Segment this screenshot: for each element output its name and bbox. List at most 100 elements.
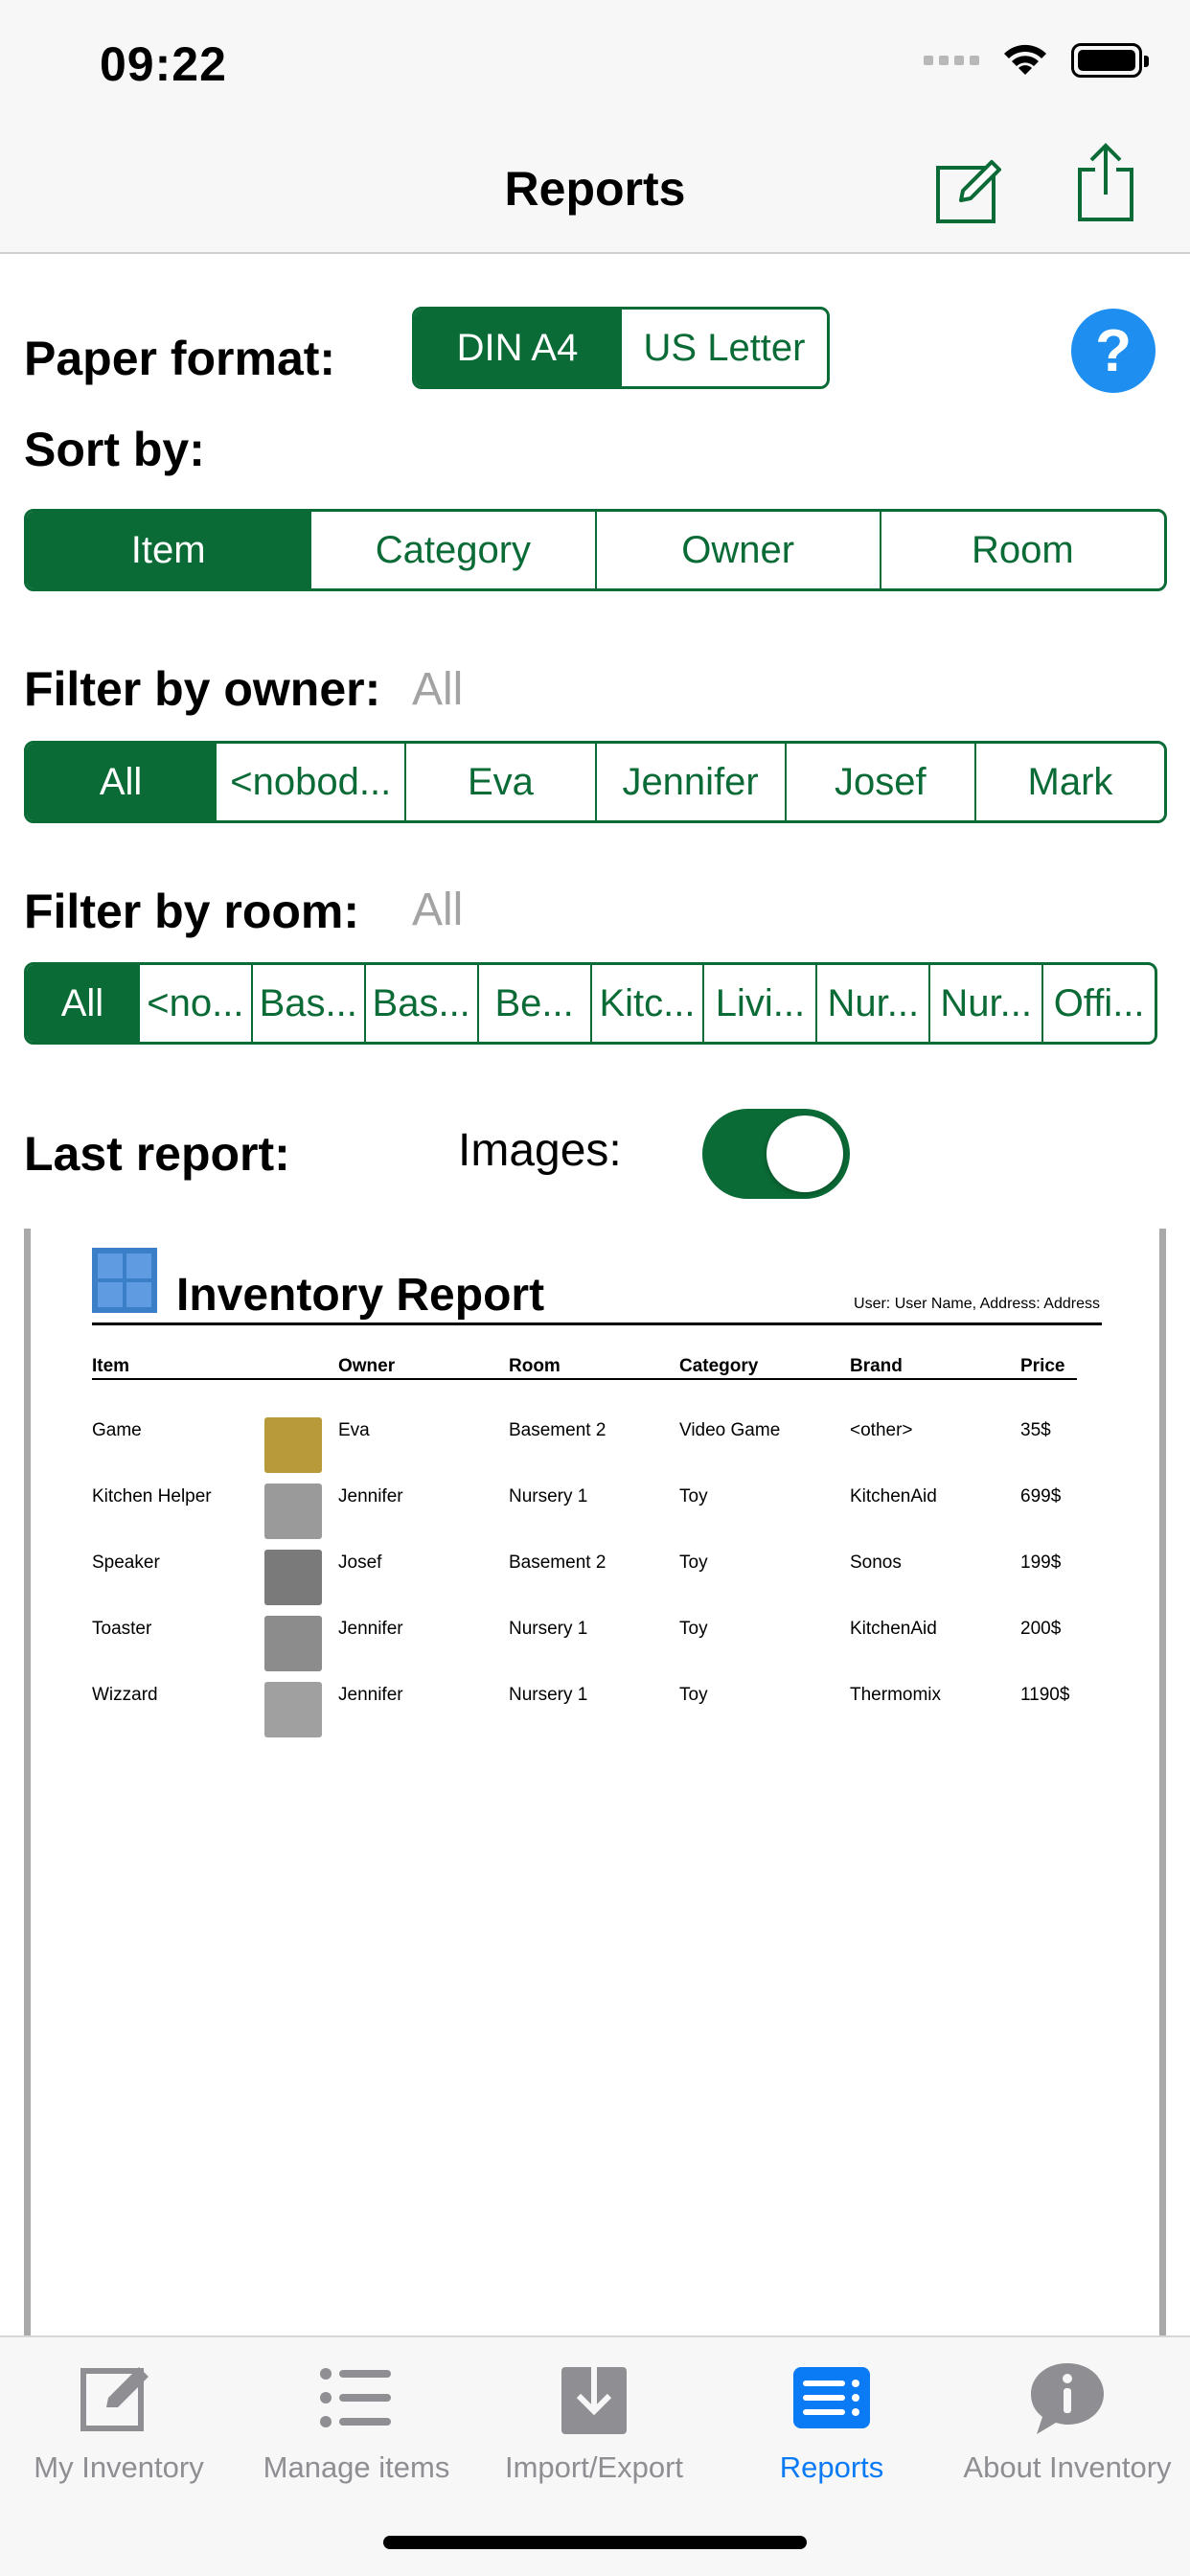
images-toggle[interactable]: [702, 1109, 850, 1199]
report-cell-brand: KitchenAid: [850, 1619, 937, 1639]
top-bar: 09:22 Reports: [0, 0, 1190, 254]
report-cell-owner: Jennifer: [338, 1619, 403, 1639]
report-cell-category: Toy: [679, 1486, 708, 1506]
last-report-label: Last report:: [24, 1127, 290, 1181]
room-option-nursery-1[interactable]: Nur...: [815, 965, 928, 1042]
item-thumbnail: [264, 1417, 322, 1473]
paper-option-din-a4[interactable]: DIN A4: [415, 310, 620, 386]
edit-button[interactable]: [931, 151, 1008, 228]
report-header-price: Price: [1020, 1356, 1065, 1376]
report-cell-item: Wizzard: [92, 1685, 158, 1705]
report-cell-room: Nursery 1: [509, 1619, 588, 1639]
report-header-room: Room: [509, 1356, 561, 1376]
report-cell-category: Toy: [679, 1552, 708, 1573]
sort-option-room[interactable]: Room: [879, 512, 1164, 588]
room-option-all[interactable]: All: [27, 965, 138, 1042]
report-preview[interactable]: Inventory Report User: User Name, Addres…: [24, 1229, 1166, 2335]
tab-my-inventory[interactable]: My Inventory: [0, 2355, 238, 2498]
report-header-brand: Brand: [850, 1356, 903, 1376]
report-cell-brand: Sonos: [850, 1552, 902, 1573]
tab-label: Manage items: [263, 2450, 450, 2484]
edit-square-icon: [80, 2367, 149, 2431]
room-filter-segment[interactable]: All <no... Bas... Bas... Be... Kitc... L…: [24, 962, 1157, 1045]
report-cell-item: Game: [92, 1420, 142, 1440]
owner-option-josef[interactable]: Josef: [784, 744, 974, 820]
app-logo-icon: [92, 1248, 157, 1313]
report-cell-owner: Josef: [338, 1552, 382, 1573]
room-option-nobody[interactable]: <no...: [137, 965, 251, 1042]
report-cell-item: Kitchen Helper: [92, 1486, 212, 1506]
report-header-category: Category: [679, 1356, 759, 1376]
report-cell-owner: Jennifer: [338, 1486, 403, 1506]
paper-format-segment[interactable]: DIN A4 US Letter: [412, 307, 830, 389]
report-user-line: User: User Name, Address: Address: [854, 1296, 1100, 1312]
report-title-rule: [92, 1322, 1102, 1325]
home-indicator[interactable]: [383, 2536, 807, 2549]
sort-by-segment[interactable]: Item Category Owner Room: [24, 509, 1167, 591]
page-title: Reports: [504, 162, 686, 216]
room-option-office[interactable]: Offi...: [1041, 965, 1155, 1042]
owner-option-mark[interactable]: Mark: [973, 744, 1164, 820]
toggle-knob: [767, 1116, 843, 1192]
filter-owner-value: All: [412, 664, 464, 715]
sort-option-category[interactable]: Category: [309, 512, 594, 588]
report-cell-item: Speaker: [92, 1552, 160, 1573]
report-cell-brand: Thermomix: [850, 1685, 942, 1705]
owner-option-all[interactable]: All: [27, 744, 216, 820]
filter-room-label: Filter by room:: [24, 885, 360, 938]
tab-reports[interactable]: Reports: [713, 2355, 950, 2498]
owner-option-nobody[interactable]: <nobod...: [215, 744, 404, 820]
room-option-bedroom[interactable]: Be...: [476, 965, 590, 1042]
room-option-kitchen[interactable]: Kitc...: [589, 965, 703, 1042]
owner-option-jennifer[interactable]: Jennifer: [594, 744, 785, 820]
report-cell-room: Nursery 1: [509, 1486, 588, 1506]
report-cell-owner: Jennifer: [338, 1685, 403, 1705]
paper-format-label: Paper format:: [24, 332, 336, 385]
edit-icon: [936, 160, 1001, 223]
sort-by-label: Sort by:: [24, 423, 205, 476]
tab-label: Import/Export: [504, 2450, 684, 2484]
tab-import-export[interactable]: Import/Export: [475, 2355, 713, 2498]
item-thumbnail: [264, 1616, 322, 1671]
report-cell-price: 199$: [1020, 1552, 1062, 1573]
report-cell-room: Basement 2: [509, 1420, 606, 1440]
report-list-icon: [793, 2367, 870, 2428]
download-tray-icon: [561, 2361, 627, 2434]
report-header-rule: [92, 1378, 1077, 1380]
report-cell-owner: Eva: [338, 1420, 370, 1440]
help-button[interactable]: ?: [1071, 309, 1156, 393]
item-thumbnail: [264, 1682, 322, 1737]
report-title: Inventory Report: [176, 1270, 545, 1321]
room-option-basement-2[interactable]: Bas...: [363, 965, 477, 1042]
report-cell-category: Toy: [679, 1619, 708, 1639]
report-header-item: Item: [92, 1356, 130, 1376]
paper-option-us-letter[interactable]: US Letter: [620, 310, 827, 386]
filter-owner-label: Filter by owner:: [24, 662, 381, 716]
report-cell-price: 699$: [1020, 1486, 1062, 1506]
room-option-nursery-2[interactable]: Nur...: [928, 965, 1041, 1042]
report-cell-category: Toy: [679, 1685, 708, 1705]
battery-icon: [1071, 43, 1149, 78]
sort-option-item[interactable]: Item: [27, 512, 310, 588]
report-cell-brand: KitchenAid: [850, 1486, 937, 1506]
info-bubble-icon: [1031, 2363, 1104, 2434]
room-option-living-room[interactable]: Livi...: [702, 965, 815, 1042]
filter-room-value: All: [412, 885, 464, 935]
share-button[interactable]: [1067, 143, 1144, 221]
share-icon: [1078, 143, 1133, 221]
report-cell-room: Basement 2: [509, 1552, 606, 1573]
report-cell-room: Nursery 1: [509, 1685, 588, 1705]
room-option-basement-1[interactable]: Bas...: [250, 965, 364, 1042]
owner-option-eva[interactable]: Eva: [404, 744, 594, 820]
owner-filter-segment[interactable]: All <nobod... Eva Jennifer Josef Mark: [24, 741, 1167, 823]
report-cell-price: 1190$: [1020, 1685, 1070, 1705]
report-cell-price: 35$: [1020, 1420, 1051, 1440]
report-cell-brand: <other>: [850, 1420, 913, 1440]
tab-about-inventory[interactable]: About Inventory: [949, 2355, 1186, 2498]
tab-manage-items[interactable]: Manage items: [238, 2355, 475, 2498]
report-header-owner: Owner: [338, 1356, 396, 1376]
report-cell-item: Toaster: [92, 1619, 152, 1639]
question-icon: ?: [1095, 317, 1132, 384]
sort-option-owner[interactable]: Owner: [594, 512, 880, 588]
status-time: 09:22: [100, 37, 227, 91]
